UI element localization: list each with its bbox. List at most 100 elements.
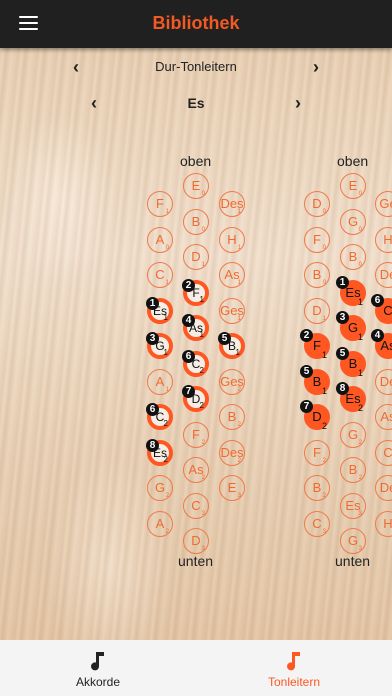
note-button[interactable]: H [375, 226, 392, 253]
right-top-label: oben [337, 153, 369, 169]
note-button[interactable]: Des 1 [219, 191, 245, 217]
note-label: B [191, 213, 201, 229]
note-button[interactable]: D0 [304, 191, 330, 217]
note-button[interactable]: C3 [183, 492, 209, 519]
note-button[interactable]: Ges 2 [219, 368, 245, 395]
note-button[interactable]: F0 [304, 226, 330, 253]
note-label: F [156, 196, 164, 211]
next-category-button[interactable]: › [306, 56, 326, 78]
octave-label: 1 [199, 330, 204, 339]
note-button[interactable]: D1 [183, 244, 209, 270]
note-label: H [227, 231, 237, 247]
tab-tonleitern-label: Tonleitern [267, 675, 321, 689]
octave-label: 1 [237, 244, 241, 251]
octave-label: 2 [201, 439, 205, 446]
note-button[interactable]: F12 [300, 329, 330, 360]
step-badge: 5 [300, 364, 313, 378]
note-button[interactable]: E3 [219, 475, 245, 501]
note-button[interactable]: H1 [219, 226, 245, 253]
octave-label: 0 [322, 280, 326, 286]
note-button[interactable]: C6 [371, 293, 392, 324]
note-button[interactable]: C1 [147, 262, 173, 288]
note-button[interactable]: A1 [147, 368, 173, 395]
step-badge: 5 [336, 346, 349, 360]
music-note-icon [91, 652, 104, 671]
note-button[interactable]: Es 1 1 [146, 296, 173, 324]
note-button[interactable]: D1 [304, 297, 330, 324]
note-button[interactable]: G3 [340, 528, 366, 554]
note-button[interactable]: Es 2 8 [336, 382, 366, 413]
octave-label: 2 [165, 528, 169, 535]
note-button[interactable]: A0 [147, 226, 173, 253]
octave-label: 0 [201, 226, 205, 233]
note-button[interactable]: H [375, 510, 392, 537]
note-button[interactable]: De [375, 368, 392, 395]
note-button[interactable]: B0 [304, 262, 330, 288]
note-button[interactable]: D27 [182, 385, 209, 412]
octave-label: 1 [357, 367, 363, 378]
note-button[interactable]: F1 [147, 191, 173, 217]
next-key-button[interactable]: › [288, 92, 308, 114]
note-button[interactable]: B2 [340, 457, 366, 483]
note-button[interactable]: F2 [183, 421, 209, 448]
octave-label: 0 [358, 262, 362, 268]
note-button[interactable]: C3 [304, 510, 330, 537]
octave-label: 3 [201, 546, 205, 552]
step-badge: 6 [182, 349, 195, 363]
note-button[interactable]: Des 2 [219, 439, 245, 466]
note-button[interactable]: E0 [340, 173, 366, 199]
tab-akkorde[interactable]: Akkorde [0, 640, 196, 696]
octave-label: 3 [201, 510, 205, 517]
category-label: Dur-Tonleitern [155, 59, 237, 74]
note-button[interactable]: F12 [182, 278, 209, 306]
note-button[interactable]: B15 [336, 346, 366, 378]
note-button[interactable]: Es 1 1 [336, 275, 366, 306]
note-button[interactable]: B0 [183, 208, 209, 235]
note-button[interactable]: G0 [340, 208, 366, 235]
octave-label: 0 [165, 244, 169, 251]
note-label: B [312, 267, 322, 282]
octave-label: 1 [163, 312, 168, 322]
note-button[interactable]: As 1 4 [182, 314, 209, 341]
note-button[interactable]: C [375, 439, 392, 466]
note-button[interactable]: B2 [219, 404, 245, 430]
note-button[interactable]: D27 [300, 400, 330, 431]
octave-label: 1 [165, 280, 169, 286]
note-button[interactable]: As 1 [219, 262, 245, 288]
note-button[interactable]: Es 3 [340, 492, 366, 519]
note-button[interactable]: G2 [147, 475, 173, 501]
note-button[interactable]: A2 [147, 510, 173, 537]
note-button[interactable]: B0 [340, 244, 366, 270]
note-label: De [379, 267, 392, 282]
note-label: C [312, 515, 322, 531]
note-button[interactable]: G13 [336, 311, 366, 342]
note-button[interactable]: C26 [146, 403, 173, 430]
octave-label: 2 [199, 401, 204, 410]
note-button[interactable]: As 2 [183, 457, 209, 483]
note-button[interactable]: G2 [340, 421, 366, 448]
octave-label: 1 [201, 262, 205, 268]
music-note-icon [287, 652, 300, 671]
tab-tonleitern[interactable]: Tonleitern [196, 640, 392, 696]
note-label: G [154, 480, 166, 495]
step-badge: 8 [336, 382, 349, 395]
step-badge: 4 [371, 329, 384, 342]
category-selector: ‹ Dur-Tonleitern › [0, 56, 392, 80]
note-button[interactable]: B15 [300, 364, 330, 395]
note-button[interactable]: C26 [182, 349, 209, 377]
note-button[interactable]: E0 [183, 173, 209, 199]
octave-label: 0 [322, 209, 326, 215]
octave-label: 3 [358, 546, 362, 552]
note-button[interactable]: B2 [304, 475, 330, 501]
note-label: B [312, 480, 322, 495]
step-badge: 3 [146, 332, 159, 345]
note-button[interactable]: Ges 1 [219, 297, 245, 324]
note-button[interactable]: F2 [304, 439, 330, 466]
note-button[interactable]: D3 [183, 528, 209, 554]
note-button[interactable]: Es 2 8 [146, 438, 173, 466]
note-label: G [347, 213, 359, 229]
note-button[interactable]: B15 [218, 332, 245, 359]
octave-label: 1 [237, 315, 241, 322]
octave-label: 2 [357, 403, 363, 413]
note-button[interactable]: G13 [146, 332, 173, 359]
